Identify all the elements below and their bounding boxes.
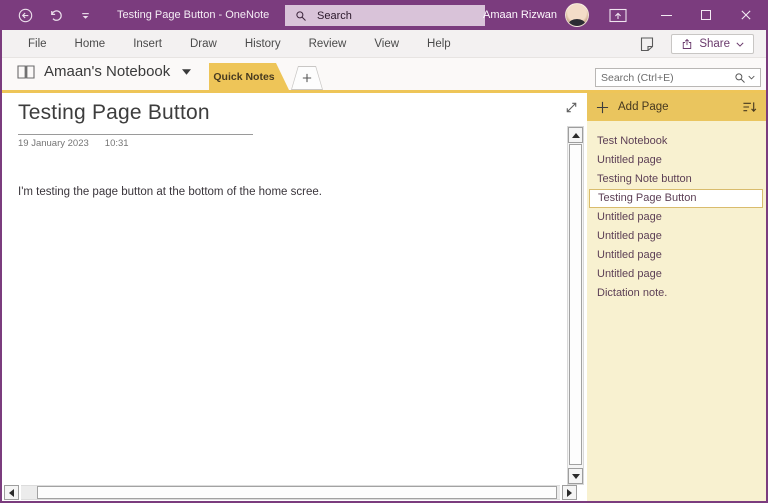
- scroll-down-button[interactable]: [568, 468, 583, 484]
- sticky-note-icon[interactable]: [639, 36, 655, 52]
- menu-draw[interactable]: Draw: [176, 30, 231, 58]
- page-list-item[interactable]: Untitled page: [587, 227, 766, 246]
- customize-quick-access-icon[interactable]: [78, 8, 93, 23]
- scroll-right-button[interactable]: [562, 485, 577, 500]
- page-list-item[interactable]: Dictation note.: [587, 284, 766, 303]
- share-label: Share: [699, 38, 730, 50]
- plus-icon: [302, 73, 312, 83]
- onenote-window: Testing Page Button - OneNote Amaan Rizw…: [0, 0, 768, 503]
- scroll-right-icon: [567, 488, 572, 497]
- page-time: 10:31: [104, 138, 129, 149]
- page-list-item-selected[interactable]: Testing Page Button: [589, 189, 763, 208]
- menu-right: Share: [639, 30, 754, 58]
- scroll-up-button[interactable]: [568, 127, 583, 143]
- horizontal-scroll-thumb[interactable]: [37, 486, 557, 499]
- notebook-caret-icon: [182, 68, 192, 75]
- page-list-item[interactable]: Untitled page: [587, 246, 766, 265]
- tab-quick-notes[interactable]: Quick Notes: [209, 63, 289, 90]
- menu-history[interactable]: History: [231, 30, 295, 58]
- full-page-view-icon[interactable]: [564, 100, 579, 115]
- add-page-button[interactable]: Add Page: [618, 101, 733, 113]
- user-avatar[interactable]: [565, 3, 589, 27]
- page-list-item[interactable]: Untitled page: [587, 265, 766, 284]
- page-list-item[interactable]: Test Notebook: [587, 132, 766, 151]
- window-title: Testing Page Button - OneNote: [117, 9, 270, 21]
- scroll-down-icon: [571, 473, 580, 479]
- add-page-plus-icon[interactable]: [596, 101, 609, 114]
- share-icon: [683, 38, 692, 49]
- page-canvas[interactable]: Testing Page Button 19 January 2023 10:3…: [2, 93, 587, 501]
- user-name[interactable]: Amaan Rizwan: [483, 9, 557, 21]
- content-row: Testing Page Button 19 January 2023 10:3…: [2, 93, 766, 501]
- vertical-scroll-thumb[interactable]: [569, 144, 582, 465]
- menu-home[interactable]: Home: [61, 30, 120, 58]
- page-body-text[interactable]: I'm testing the page button at the botto…: [18, 186, 322, 198]
- page-title[interactable]: Testing Page Button: [18, 101, 210, 125]
- share-button[interactable]: Share: [671, 34, 754, 54]
- add-page-header: Add Page: [587, 93, 766, 121]
- menu-insert[interactable]: Insert: [119, 30, 176, 58]
- notebook-name: Amaan's Notebook: [44, 63, 171, 80]
- new-section-tab[interactable]: [291, 66, 323, 90]
- page-list: Test Notebook Untitled page Testing Note…: [587, 121, 766, 303]
- close-icon: [741, 10, 751, 20]
- close-button[interactable]: [726, 0, 766, 30]
- menu-view[interactable]: View: [360, 30, 413, 58]
- ribbon-display-options-icon[interactable]: [609, 8, 627, 23]
- page-date: 19 January 2023: [18, 138, 89, 149]
- page-date-row: 19 January 2023 10:31: [18, 138, 129, 149]
- minimize-button[interactable]: [646, 0, 686, 30]
- search-icon: [296, 10, 306, 21]
- undo-icon[interactable]: [48, 8, 63, 23]
- title-underline: [18, 134, 253, 135]
- page-list-sidebar: Add Page Test Notebook Untitled page Tes…: [587, 93, 766, 501]
- notebook-icon: [16, 64, 36, 80]
- menu-review[interactable]: Review: [295, 30, 361, 58]
- vertical-scrollbar[interactable]: [567, 126, 584, 485]
- title-bar: Testing Page Button - OneNote Amaan Rizw…: [2, 0, 766, 30]
- horizontal-scroll-track[interactable]: [21, 485, 560, 500]
- maximize-button[interactable]: [686, 0, 726, 30]
- section-tabs: Quick Notes: [209, 63, 323, 90]
- chevron-down-icon: [736, 42, 744, 47]
- scroll-up-icon: [571, 132, 580, 138]
- minimize-icon: [660, 14, 672, 16]
- menu-help[interactable]: Help: [413, 30, 465, 58]
- page-list-item[interactable]: Untitled page: [587, 208, 766, 227]
- page-list-item[interactable]: Testing Note button: [587, 170, 766, 189]
- search-icon: [735, 72, 745, 83]
- titlebar-search-input[interactable]: [317, 9, 457, 22]
- back-icon[interactable]: [18, 8, 33, 23]
- notebook-dropdown[interactable]: Amaan's Notebook: [16, 63, 192, 80]
- notebook-bar: Amaan's Notebook Quick Notes: [2, 58, 766, 90]
- sort-pages-icon[interactable]: [742, 100, 757, 114]
- menu-file[interactable]: File: [14, 30, 61, 58]
- ribbon-menu-bar: File Home Insert Draw History Review Vie…: [2, 30, 766, 58]
- vertical-scroll-track[interactable]: [568, 143, 583, 468]
- page-list-item[interactable]: Untitled page: [587, 151, 766, 170]
- titlebar-right: Amaan Rizwan: [483, 0, 766, 30]
- horizontal-scrollbar[interactable]: [4, 485, 577, 500]
- search-scope-caret-icon: [748, 75, 755, 80]
- scroll-left-icon: [9, 488, 14, 497]
- quick-access-toolbar: [18, 8, 93, 23]
- notes-search-box[interactable]: [595, 68, 761, 87]
- notes-search-input[interactable]: [601, 71, 734, 84]
- menu-items: File Home Insert Draw History Review Vie…: [14, 30, 465, 58]
- tab-quick-notes-label: Quick Notes: [213, 70, 275, 83]
- titlebar-search[interactable]: [285, 5, 485, 26]
- maximize-icon: [701, 10, 711, 20]
- scroll-left-button[interactable]: [4, 485, 19, 500]
